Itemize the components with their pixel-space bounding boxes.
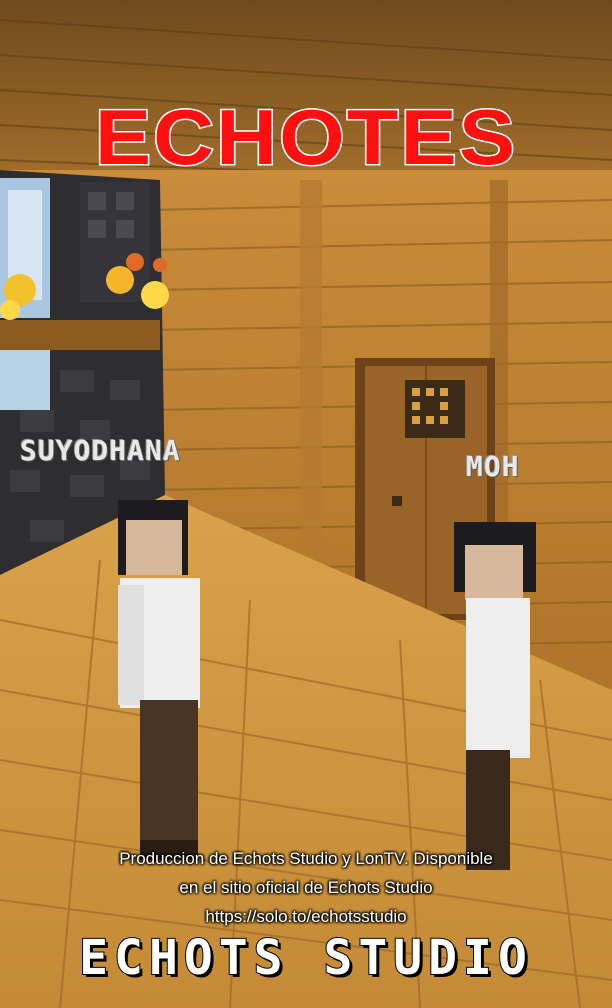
title-logo: ECHOTES — [93, 93, 518, 181]
nametag-moh: MOH — [466, 450, 520, 483]
credits-line-2: en el sitio oficial de Echots Studio — [179, 878, 433, 897]
studio-logo: ECHOTS STUDIO — [78, 929, 533, 987]
credits-url[interactable]: https://solo.to/echotsstudio — [0, 902, 612, 931]
nametag-suyodhana: SUYODHANA — [20, 434, 181, 467]
credits-line-1: Produccion de Echots Studio y LonTV. Dis… — [119, 849, 493, 868]
